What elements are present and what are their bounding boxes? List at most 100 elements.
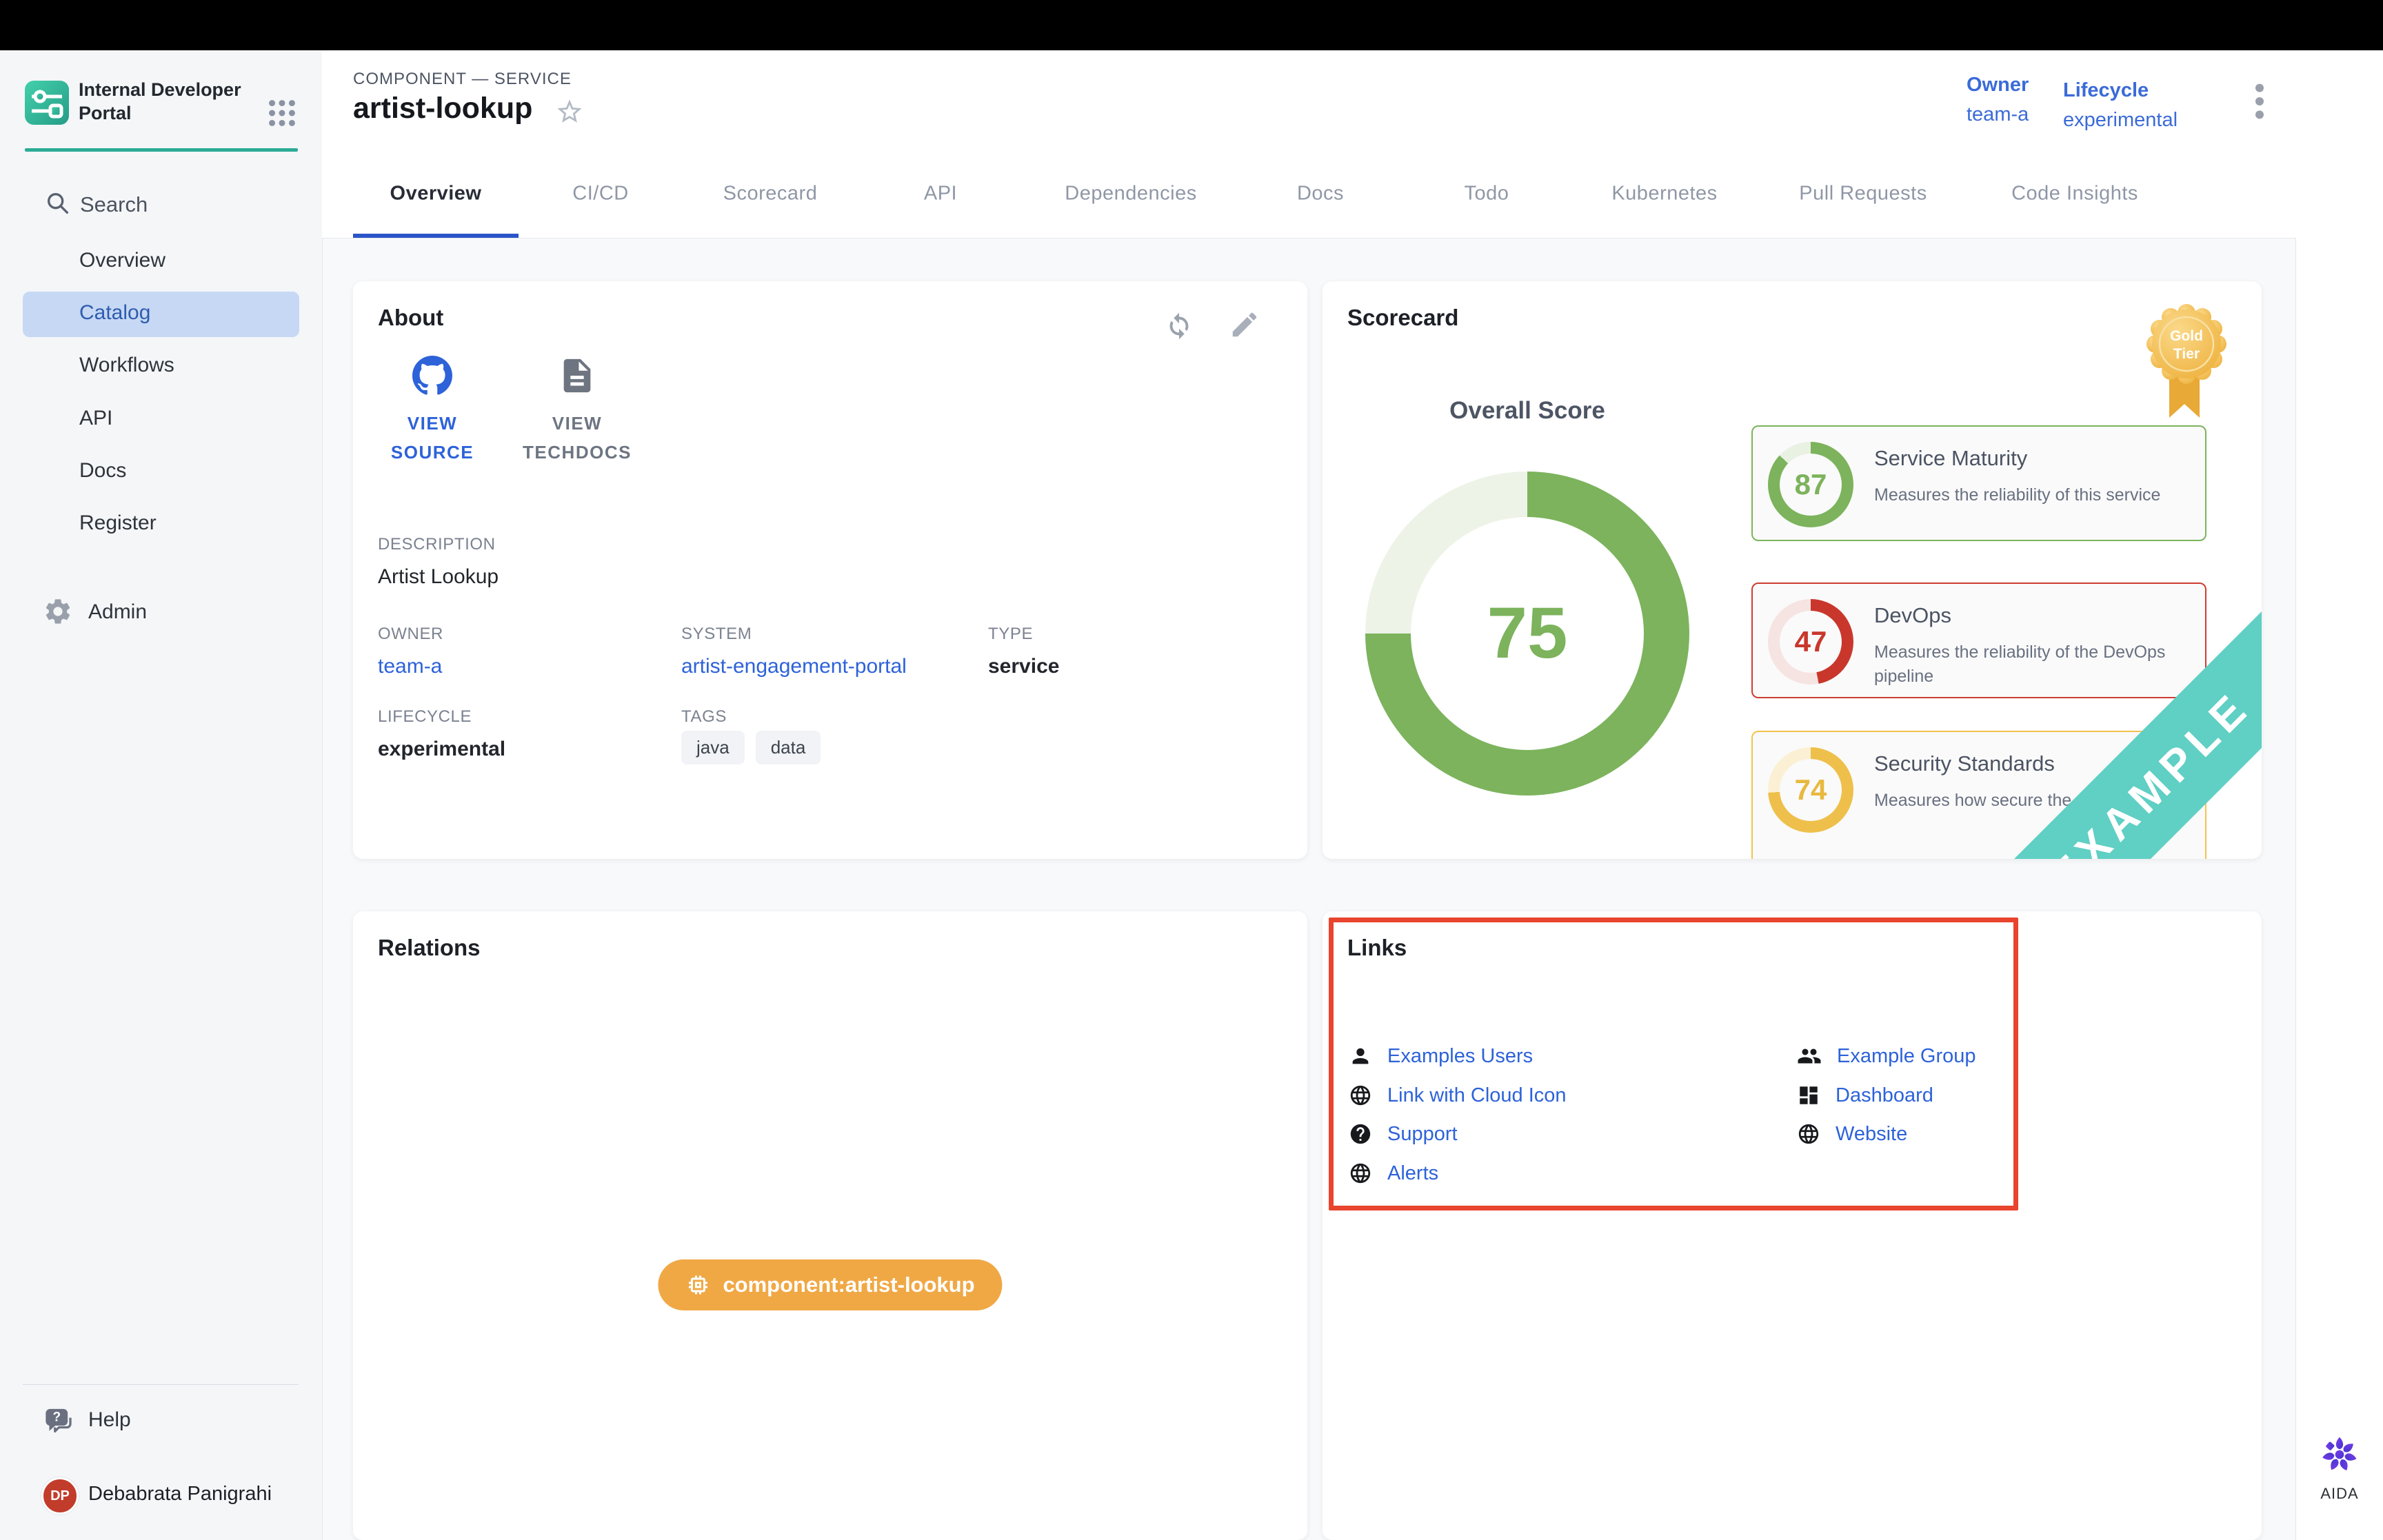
aida-flower-icon — [2318, 1433, 2361, 1476]
top-black-bar — [0, 0, 2383, 50]
link-examples-users[interactable]: Examples Users — [1349, 1041, 1533, 1071]
user-name: Debabrata Panigrahi — [88, 1483, 272, 1506]
help-chat-icon: ? — [41, 1403, 80, 1441]
badge-line2: Tier — [2173, 346, 2200, 362]
scorecard-card: Scorecard Gold Tier Overall Score 75 — [1323, 281, 2262, 859]
metric-service-maturity[interactable]: 87 Service Maturity Measures the reliabi… — [1751, 425, 2206, 541]
header-lifecycle: Lifecycle experimental — [2063, 79, 2178, 132]
app-grid-icon[interactable] — [268, 99, 296, 128]
metric-description: Measures the reliability of the DevOps p… — [1874, 640, 2178, 689]
dashboard-icon — [1797, 1084, 1820, 1107]
sidebar-item-workflows[interactable]: Workflows — [0, 344, 322, 389]
svg-text:?: ? — [52, 1410, 61, 1425]
search-label: Search — [80, 192, 148, 217]
owner-field-value[interactable]: team-a — [378, 655, 442, 678]
group-icon — [1797, 1044, 1822, 1068]
view-source-button[interactable]: VIEW SOURCE — [374, 356, 491, 467]
metric-name: Service Maturity — [1874, 446, 2027, 471]
aida-assistant-button[interactable]: AIDA — [2296, 1433, 2383, 1503]
metric-description: Measures the reliability of this service — [1874, 483, 2178, 507]
tab-cicd[interactable]: CI/CD — [572, 183, 628, 205]
help-circle-icon — [1349, 1122, 1372, 1146]
breadcrumb: COMPONENT — SERVICE — [353, 70, 572, 89]
document-icon — [557, 356, 597, 396]
tab-docs[interactable]: Docs — [1297, 183, 1344, 205]
relation-node-chip[interactable]: component:artist-lookup — [658, 1259, 1002, 1310]
admin-label: Admin — [88, 600, 147, 624]
sidebar-divider — [23, 1384, 299, 1385]
tab-dependencies[interactable]: Dependencies — [1065, 183, 1196, 205]
github-icon — [412, 356, 452, 396]
owner-value[interactable]: team-a — [1967, 103, 2029, 126]
refresh-icon[interactable] — [1163, 309, 1195, 341]
globe-icon — [1349, 1084, 1372, 1107]
link-cloud[interactable]: Link with Cloud Icon — [1349, 1080, 1567, 1111]
view-techdocs-button[interactable]: VIEW TECHDOCS — [505, 356, 650, 467]
link-dashboard[interactable]: Dashboard — [1797, 1080, 1933, 1111]
avatar: DP — [41, 1477, 79, 1514]
edit-icon[interactable] — [1229, 309, 1260, 341]
tag-chip[interactable]: java — [681, 731, 745, 764]
owner-label: Owner — [1967, 74, 2029, 97]
entity-header: COMPONENT — SERVICE artist-lookup Owner … — [322, 50, 2296, 150]
right-rail: AIDA — [2295, 50, 2383, 1540]
link-support[interactable]: Support — [1349, 1119, 1458, 1149]
scorecard-title: Scorecard — [1347, 305, 1458, 331]
globe-icon — [1349, 1162, 1372, 1185]
sidebar-item-catalog[interactable]: Catalog — [23, 292, 299, 337]
tab-scorecard[interactable]: Scorecard — [723, 183, 818, 205]
tag-chip[interactable]: data — [756, 731, 821, 764]
link-example-group[interactable]: Example Group — [1797, 1041, 1976, 1071]
sidebar-item-api[interactable]: API — [0, 397, 322, 443]
badge-line1: Gold — [2170, 328, 2203, 344]
type-field-label: TYPE — [988, 625, 1033, 644]
type-field-value: service — [988, 655, 1059, 678]
header-owner[interactable]: Owner team-a — [1967, 74, 2029, 126]
aida-label: AIDA — [2296, 1485, 2383, 1503]
tags-row: java data — [681, 731, 821, 764]
tab-code-insights[interactable]: Code Insights — [2011, 183, 2138, 205]
person-icon — [1349, 1044, 1372, 1068]
metric-devops[interactable]: 47 DevOps Measures the reliability of th… — [1751, 582, 2206, 698]
favorite-star-icon[interactable] — [555, 97, 584, 126]
sidebar-item-help[interactable]: ? Help — [0, 1399, 322, 1447]
system-field-label: SYSTEM — [681, 625, 752, 644]
sidebar-user[interactable]: DP Debabrata Panigrahi — [0, 1475, 322, 1520]
service-maturity-gauge: 87 — [1768, 442, 1853, 527]
overall-score-gauge: 75 — [1365, 472, 1689, 796]
system-field-value[interactable]: artist-engagement-portal — [681, 655, 907, 678]
link-alerts[interactable]: Alerts — [1349, 1158, 1438, 1188]
sidebar: Internal Developer Portal Search Overvie… — [0, 50, 323, 1540]
tags-field-label: TAGS — [681, 707, 727, 727]
tab-overview[interactable]: Overview — [390, 183, 482, 205]
relations-card: Relations component:artist-lookup — [353, 911, 1307, 1540]
component-chip-icon — [685, 1273, 710, 1297]
more-options-icon[interactable] — [2244, 81, 2275, 122]
tab-pull-requests[interactable]: Pull Requests — [1799, 183, 1927, 205]
tab-api[interactable]: API — [924, 183, 957, 205]
app-logo-icon — [25, 81, 69, 125]
about-title: About — [378, 305, 443, 331]
sidebar-item-admin[interactable]: Admin — [0, 589, 322, 638]
overall-score-value: 75 — [1487, 592, 1568, 675]
brand-title: Internal Developer Portal — [79, 78, 251, 125]
search-icon — [44, 190, 72, 217]
sidebar-search[interactable]: Search — [0, 180, 322, 228]
gear-icon — [43, 596, 73, 627]
entity-tabs: Overview CI/CD Scorecard API Dependencie… — [322, 150, 2296, 239]
brand-divider — [25, 148, 298, 152]
page-title: artist-lookup — [353, 92, 532, 125]
sidebar-item-docs[interactable]: Docs — [0, 449, 322, 495]
internal-developer-portal: Internal Developer Portal Search Overvie… — [0, 0, 2383, 1540]
sidebar-item-overview[interactable]: Overview — [0, 239, 322, 285]
tab-kubernetes[interactable]: Kubernetes — [1611, 183, 1717, 205]
lifecycle-field-value: experimental — [378, 738, 505, 761]
metric-name: DevOps — [1874, 603, 1951, 628]
lifecycle-label: Lifecycle — [2063, 79, 2178, 102]
description-value: Artist Lookup — [378, 565, 499, 589]
tab-todo[interactable]: Todo — [1465, 183, 1509, 205]
devops-gauge: 47 — [1768, 599, 1853, 685]
sidebar-item-register[interactable]: Register — [0, 502, 322, 547]
link-website[interactable]: Website — [1797, 1119, 1907, 1149]
overview-content: About VIEW SOURCE — [322, 238, 2296, 1540]
